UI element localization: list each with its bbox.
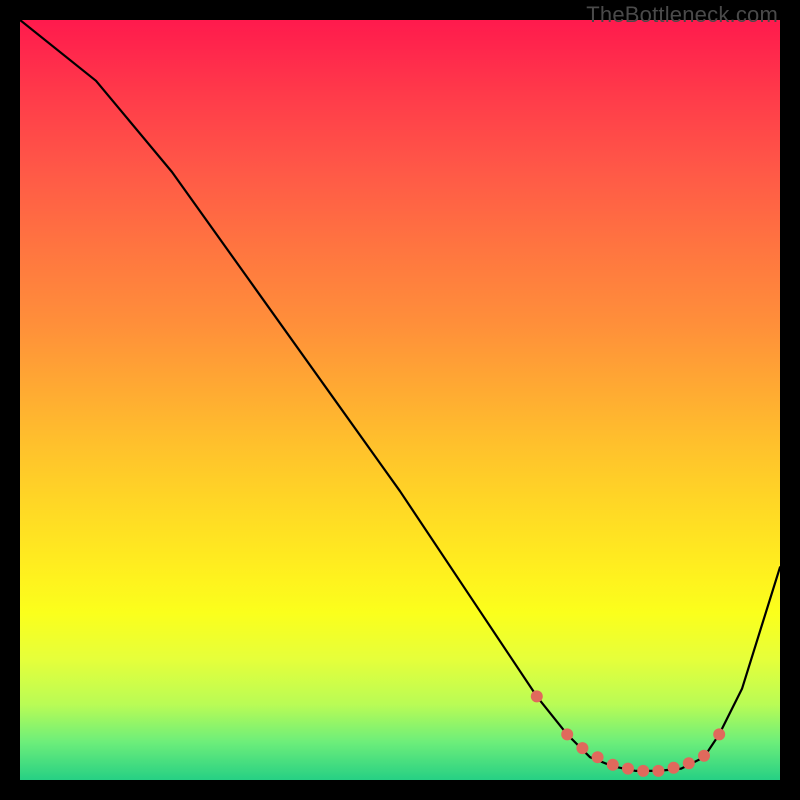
trough-marker <box>683 757 695 769</box>
chart-overlay <box>20 20 780 780</box>
chart-frame <box>20 20 780 780</box>
trough-marker <box>561 728 573 740</box>
trough-marker <box>713 728 725 740</box>
trough-marker <box>592 751 604 763</box>
watermark-label: TheBottleneck.com <box>586 2 778 28</box>
trough-markers <box>531 690 725 777</box>
trough-marker <box>668 762 680 774</box>
bottleneck-curve <box>20 20 780 771</box>
trough-marker <box>531 690 543 702</box>
trough-marker <box>698 750 710 762</box>
trough-marker <box>652 765 664 777</box>
trough-marker <box>607 759 619 771</box>
trough-marker <box>622 763 634 775</box>
trough-marker <box>576 742 588 754</box>
trough-marker <box>637 765 649 777</box>
